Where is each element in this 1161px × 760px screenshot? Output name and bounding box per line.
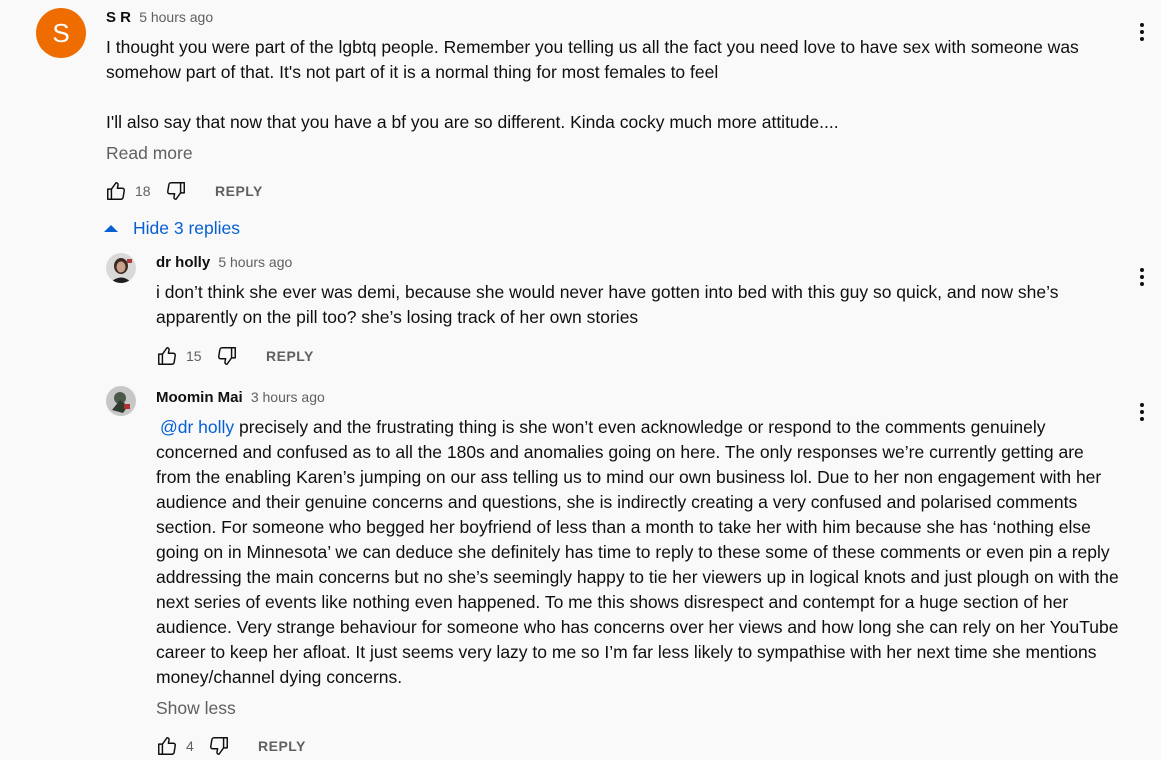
reply-time[interactable]: 5 hours ago [218, 254, 292, 270]
avatar[interactable]: S [36, 8, 86, 58]
reply-button[interactable]: REPLY [215, 183, 263, 199]
comment-header: S R 5 hours ago [106, 9, 213, 26]
like-count: 4 [186, 738, 194, 754]
like-count: 15 [186, 348, 202, 364]
reply-actions: 4 REPLY [156, 734, 306, 758]
more-vert-icon[interactable] [1132, 265, 1152, 289]
more-vert-icon[interactable] [1132, 400, 1152, 424]
avatar[interactable] [106, 253, 136, 283]
comment-author[interactable]: S R [106, 9, 131, 26]
thumbs-up-icon[interactable] [105, 180, 127, 202]
reply-text: @dr holly precisely and the frustrating … [156, 415, 1121, 690]
thumbs-up-icon[interactable] [156, 345, 178, 367]
thumbs-down-icon[interactable] [165, 180, 187, 202]
reply-header: dr holly 5 hours ago [156, 254, 292, 271]
reply-author[interactable]: Moomin Mai [156, 389, 243, 406]
reply-author[interactable]: dr holly [156, 254, 210, 271]
comment-text: I thought you were part of the lgbtq peo… [106, 35, 1096, 135]
read-more-button[interactable]: Read more [106, 143, 193, 164]
hide-replies-label: Hide 3 replies [133, 217, 240, 238]
avatar-letter: S [52, 17, 70, 48]
comment-paragraph: I'll also say that now that you have a b… [106, 112, 839, 132]
avatar[interactable] [106, 386, 136, 416]
comment-time[interactable]: 5 hours ago [139, 9, 213, 25]
reply-text: i don’t think she ever was demi, because… [156, 282, 1059, 327]
reply-time[interactable]: 3 hours ago [251, 389, 325, 405]
comment-paragraph: I thought you were part of the lgbtq peo… [106, 37, 1079, 82]
thumbs-down-icon[interactable] [216, 345, 238, 367]
reply-actions: 15 REPLY [156, 344, 314, 368]
mention-link[interactable]: @dr holly [160, 417, 234, 437]
comment-actions: 18 REPLY [105, 179, 263, 203]
reply-button[interactable]: REPLY [266, 348, 314, 364]
reply-body: precisely and the frustrating thing is s… [156, 417, 1119, 687]
caret-up-icon [104, 224, 118, 232]
hide-replies-button[interactable]: Hide 3 replies [104, 214, 240, 242]
reply-header: Moomin Mai 3 hours ago [156, 389, 325, 406]
reply-button[interactable]: REPLY [258, 738, 306, 754]
like-count: 18 [135, 183, 151, 199]
show-less-button[interactable]: Show less [156, 698, 236, 719]
more-vert-icon[interactable] [1132, 20, 1152, 44]
